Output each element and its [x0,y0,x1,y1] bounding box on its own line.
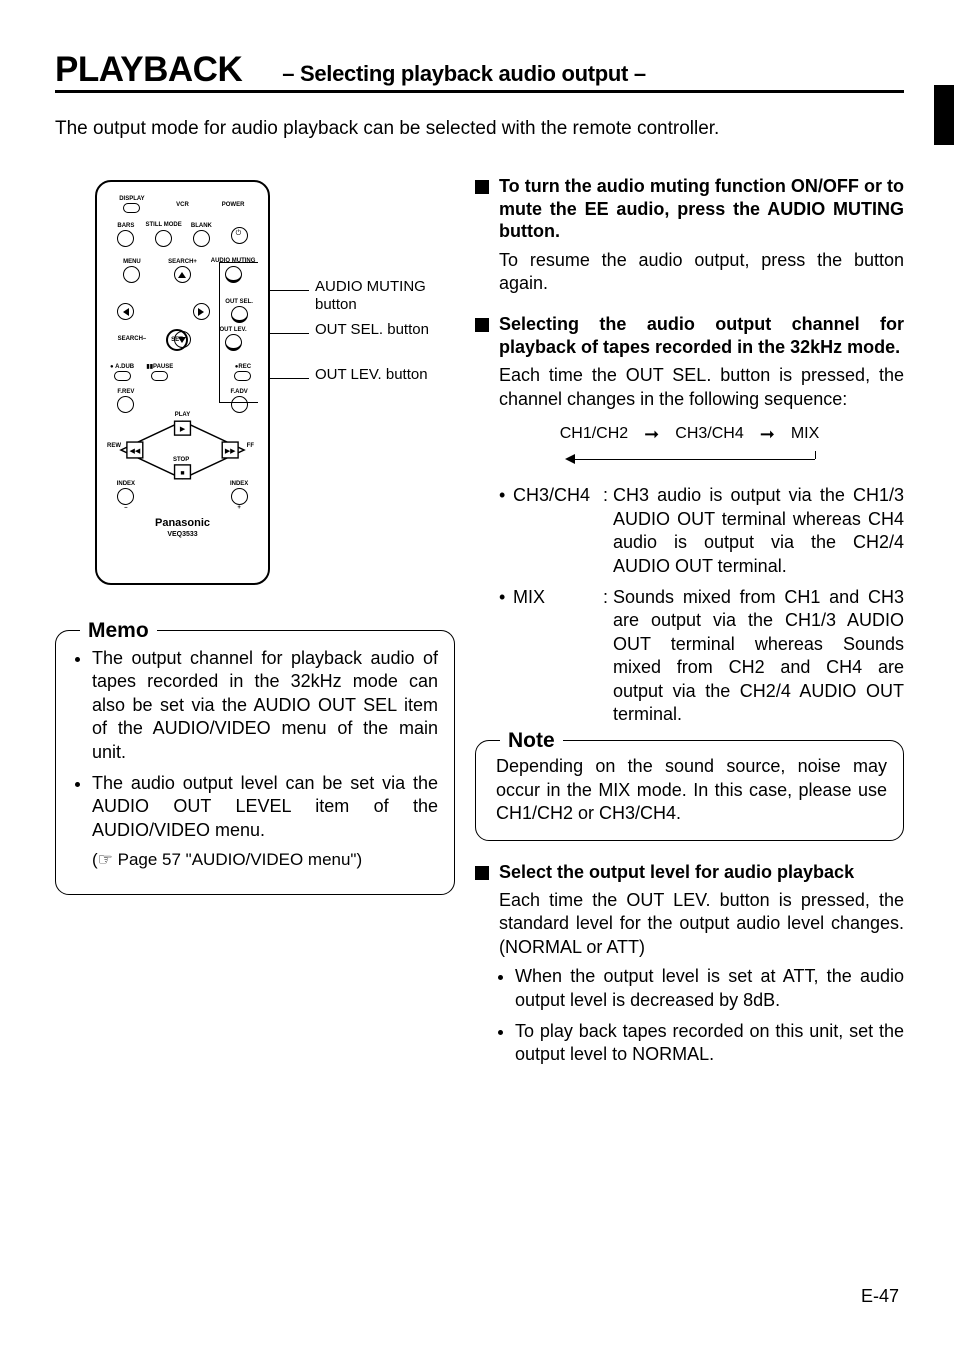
note-panel: Note Depending on the sound source, nois… [475,740,904,840]
rc-btn-power: ⏻ [231,227,248,244]
section-marker [475,866,489,880]
rc-btn-search-plus [174,266,191,283]
memo-item: The output channel for playback audio of… [92,647,438,764]
page-number: E-47 [861,1286,899,1307]
page-title-row: PLAYBACK – Selecting playback audio outp… [55,50,904,93]
rc-btn-fadv [231,396,248,413]
callout-audio-muting: AUDIO MUTING button [315,278,435,314]
rc-btn-outsel [231,306,248,323]
right-column: To turn the audio muting function ON/OFF… [475,175,904,1075]
rc-btn-muting [225,266,242,283]
callout-line [267,378,309,379]
page: PLAYBACK – Selecting playback audio outp… [0,0,954,1075]
callout-line [267,290,309,291]
section-muting-title: To turn the audio muting function ON/OFF… [499,175,904,243]
rc-label-outlev: OUT LEV. [220,327,247,333]
level-bullet: To play back tapes recorded on this unit… [515,1020,904,1067]
rc-btn-frev [117,396,134,413]
callout-out-sel: OUT SEL. button [315,321,435,339]
rc-label-frev: F.REV [117,389,134,395]
left-column: AUDIO MUTING button OUT SEL. button OUT … [55,175,455,1075]
level-bullet: When the output level is set at ATT, the… [515,965,904,1012]
def-term: CH3/CH4 [513,484,603,578]
level-bullets: When the output level is set at ATT, the… [499,965,904,1067]
section-level: Select the output level for audio playba… [475,861,904,884]
rc-label-stop: STOP [173,457,189,463]
remote-diagram: AUDIO MUTING button OUT SEL. button OUT … [95,180,455,585]
svg-text:▶▶: ▶▶ [225,448,236,455]
memo-ref: (☞ Page 57 "AUDIO/VIDEO menu") [92,850,362,869]
section-level-body: Each time the OUT LEV. button is pressed… [499,889,904,959]
channel-sequence: CH1/CH2 ➞ CH3/CH4 ➞ MIX [475,423,904,446]
channel-definitions: • CH3/CH4 : CH3 audio is output via the … [499,484,904,726]
section-marker [475,318,489,332]
section-channel-body: Each time the OUT SEL. button is pressed… [499,364,904,411]
rc-label-rew: REW [107,443,121,449]
content-columns: AUDIO MUTING button OUT SEL. button OUT … [55,175,904,1075]
svg-text:■: ■ [180,470,184,477]
callout-out-lev: OUT LEV. button [315,366,435,384]
def-item: • CH3/CH4 : CH3 audio is output via the … [499,484,904,578]
rc-btn-set: SET [166,329,188,351]
section-level-title: Select the output level for audio playba… [499,861,854,884]
rc-label-menu: MENU [123,259,141,265]
rc-label-display: DISPLAY [119,196,144,202]
rc-label-adub: ● A.DUB [110,364,134,370]
page-edge-tab [934,85,954,145]
arrow-icon: ➞ [644,423,659,446]
svg-text:▶: ▶ [180,426,186,433]
rc-btn-display [123,203,140,213]
rc-dpad: SET [141,296,211,386]
rc-brand: Panasonic [107,517,258,529]
section-channel-title: Selecting the audio output channel for p… [499,313,904,358]
seq-step: CH1/CH2 [560,424,628,445]
rc-label-vcr: VCR [176,202,189,208]
seq-step: CH3/CH4 [675,424,743,445]
rc-label-fadv: F.ADV [230,389,247,395]
rc-label-bars: BARS [117,223,134,229]
remote-controller: DISPLAY VCR POWER BARS STILL MODE BLANK … [95,180,270,585]
def-desc: CH3 audio is output via the CH1/3 AUDIO … [613,484,904,578]
memo-item: The audio output level can be set via th… [92,772,438,872]
rc-btn-blank [193,230,210,247]
svg-text:◀◀: ◀◀ [130,448,141,455]
rc-label-power: POWER [222,202,245,208]
note-body: Depending on the sound source, noise may… [496,755,887,825]
section-muting: To turn the audio muting function ON/OFF… [475,175,904,243]
rc-btn-rec [234,371,251,381]
rc-label-blank: BLANK [191,223,212,229]
section-channel: Selecting the audio output channel for p… [475,313,904,358]
rc-label-search-plus: SEARCH+ [168,259,197,265]
callout-line [267,333,309,334]
rc-btn-outlev [225,334,242,351]
def-desc: Sounds mixed from CH1 and CH3 are output… [613,586,904,726]
rc-label-rec: ●REC [235,364,251,370]
memo-list: The output channel for playback audio of… [76,647,438,872]
rc-btn-left [117,303,134,320]
rc-btn-index-minus [117,488,134,505]
section-muting-body: To resume the audio output, press the bu… [499,249,904,296]
title-sub: – Selecting playback audio output – [282,61,646,87]
rc-btn-still [155,230,172,247]
seq-return-arrow [565,452,815,466]
rc-label-outsel: OUT SEL. [225,299,253,305]
note-title: Note [500,727,563,754]
arrow-icon: ➞ [760,423,775,446]
rc-btn-menu [123,266,140,283]
rc-btn-index-plus [231,488,248,505]
rc-model: VEQ3533 [107,531,258,538]
rc-transport: ◀◀ ▶▶ ▶ ■ REW FF STOP [113,415,252,485]
rc-btn-bars [117,230,134,247]
memo-title: Memo [80,617,157,644]
title-main: PLAYBACK [55,50,242,90]
def-term: MIX [513,586,603,726]
rc-label-still: STILL MODE [146,223,182,228]
section-marker [475,180,489,194]
rc-btn-adub [114,371,131,381]
rc-label-ff: FF [247,443,254,449]
intro-text: The output mode for audio playback can b… [55,118,904,140]
memo-panel: Memo The output channel for playback aud… [55,630,455,895]
def-item: • MIX : Sounds mixed from CH1 and CH3 ar… [499,586,904,726]
seq-step: MIX [791,424,819,445]
